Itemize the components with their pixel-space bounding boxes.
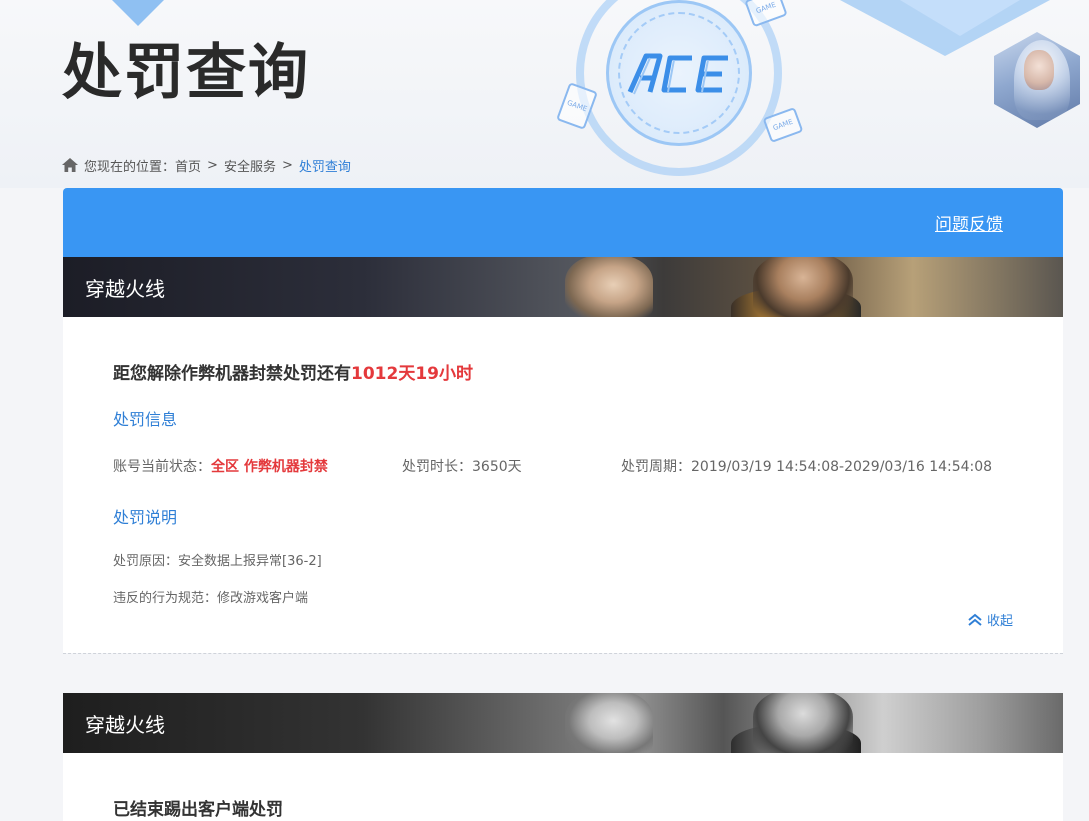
game-banner: 穿越火线 — [63, 257, 1063, 317]
penalty-info-title: 处罚信息 — [113, 410, 178, 429]
chevron-double-up-icon — [968, 613, 982, 626]
character-man-image — [753, 693, 853, 753]
breadcrumb-item-home[interactable]: 首页 — [175, 156, 201, 175]
game-banner: 穿越火线 — [63, 693, 1063, 753]
decorative-triangle — [900, 0, 1020, 36]
game-name: 穿越火线 — [85, 713, 165, 737]
violation-info: 违反的行为规范：修改游戏客户端 — [113, 587, 308, 606]
record-divider — [63, 653, 1063, 654]
page-title: 处罚查询 — [62, 38, 310, 108]
game-name: 穿越火线 — [85, 277, 165, 301]
status-value: 全区 作弊机器封禁 — [211, 459, 328, 475]
violation-value: 修改游戏客户端 — [217, 591, 309, 606]
period-info: 处罚周期：2019/03/19 14:54:08-2029/03/16 14:5… — [621, 456, 992, 476]
character-man-image — [753, 257, 853, 317]
penalty-explain-title: 处罚说明 — [113, 508, 178, 527]
reason-info: 处罚原因：安全数据上报异常[36-2] — [113, 550, 322, 569]
violation-label: 违反的行为规范： — [113, 591, 218, 606]
reason-label: 处罚原因： — [113, 554, 179, 569]
penalty-record-card[interactable]: 已结束踢出客户端处罚 — [63, 753, 1063, 821]
character-girl-image — [565, 693, 653, 753]
home-icon — [62, 158, 78, 172]
ended-penalty-title: 已结束踢出客户端处罚 — [113, 800, 283, 820]
character-face — [1024, 50, 1054, 90]
status-label: 账号当前状态： — [113, 459, 211, 475]
countdown-value: 1012天19小时 — [351, 364, 473, 384]
ace-logo-icon — [627, 53, 728, 95]
breadcrumb-prefix: 您现在的位置： — [84, 159, 176, 175]
status-info: 账号当前状态：全区 作弊机器封禁 — [113, 456, 328, 476]
toolbar: 问题反馈 — [63, 188, 1063, 257]
duration-info: 处罚时长：3650天 — [402, 456, 522, 476]
breadcrumb-item-security[interactable]: 安全服务 — [224, 156, 276, 175]
feedback-link[interactable]: 问题反馈 — [935, 210, 1003, 235]
countdown-text: 距您解除作弊机器封禁处罚还有1012天19小时 — [113, 359, 473, 384]
character-girl-image — [565, 257, 653, 317]
decorative-triangle — [112, 0, 164, 26]
breadcrumb-separator: > — [207, 157, 218, 173]
page-header: GAME GAME GAME 处罚查询 您现在的位置： 首页 > 安全服务 > … — [0, 0, 1089, 188]
period-value: 2019/03/19 14:54:08-2029/03/16 14:54:08 — [691, 459, 993, 475]
breadcrumb-separator: > — [281, 157, 293, 173]
countdown-prefix: 距您解除作弊机器封禁处罚还有 — [113, 364, 351, 384]
period-label: 处罚周期： — [621, 459, 691, 475]
duration-label: 处罚时长： — [402, 459, 472, 475]
penalty-record-card: 距您解除作弊机器封禁处罚还有1012天19小时 处罚信息 账号当前状态：全区 作… — [63, 317, 1063, 653]
duration-value: 3650天 — [472, 459, 522, 475]
breadcrumb: 您现在的位置： 首页 > 安全服务 > 处罚查询 — [62, 155, 351, 175]
breadcrumb-item-current: 处罚查询 — [298, 159, 351, 175]
reason-value: 安全数据上报异常[36-2] — [178, 554, 322, 569]
collapse-label: 收起 — [986, 614, 1013, 629]
collapse-button[interactable]: 收起 — [967, 610, 1013, 629]
